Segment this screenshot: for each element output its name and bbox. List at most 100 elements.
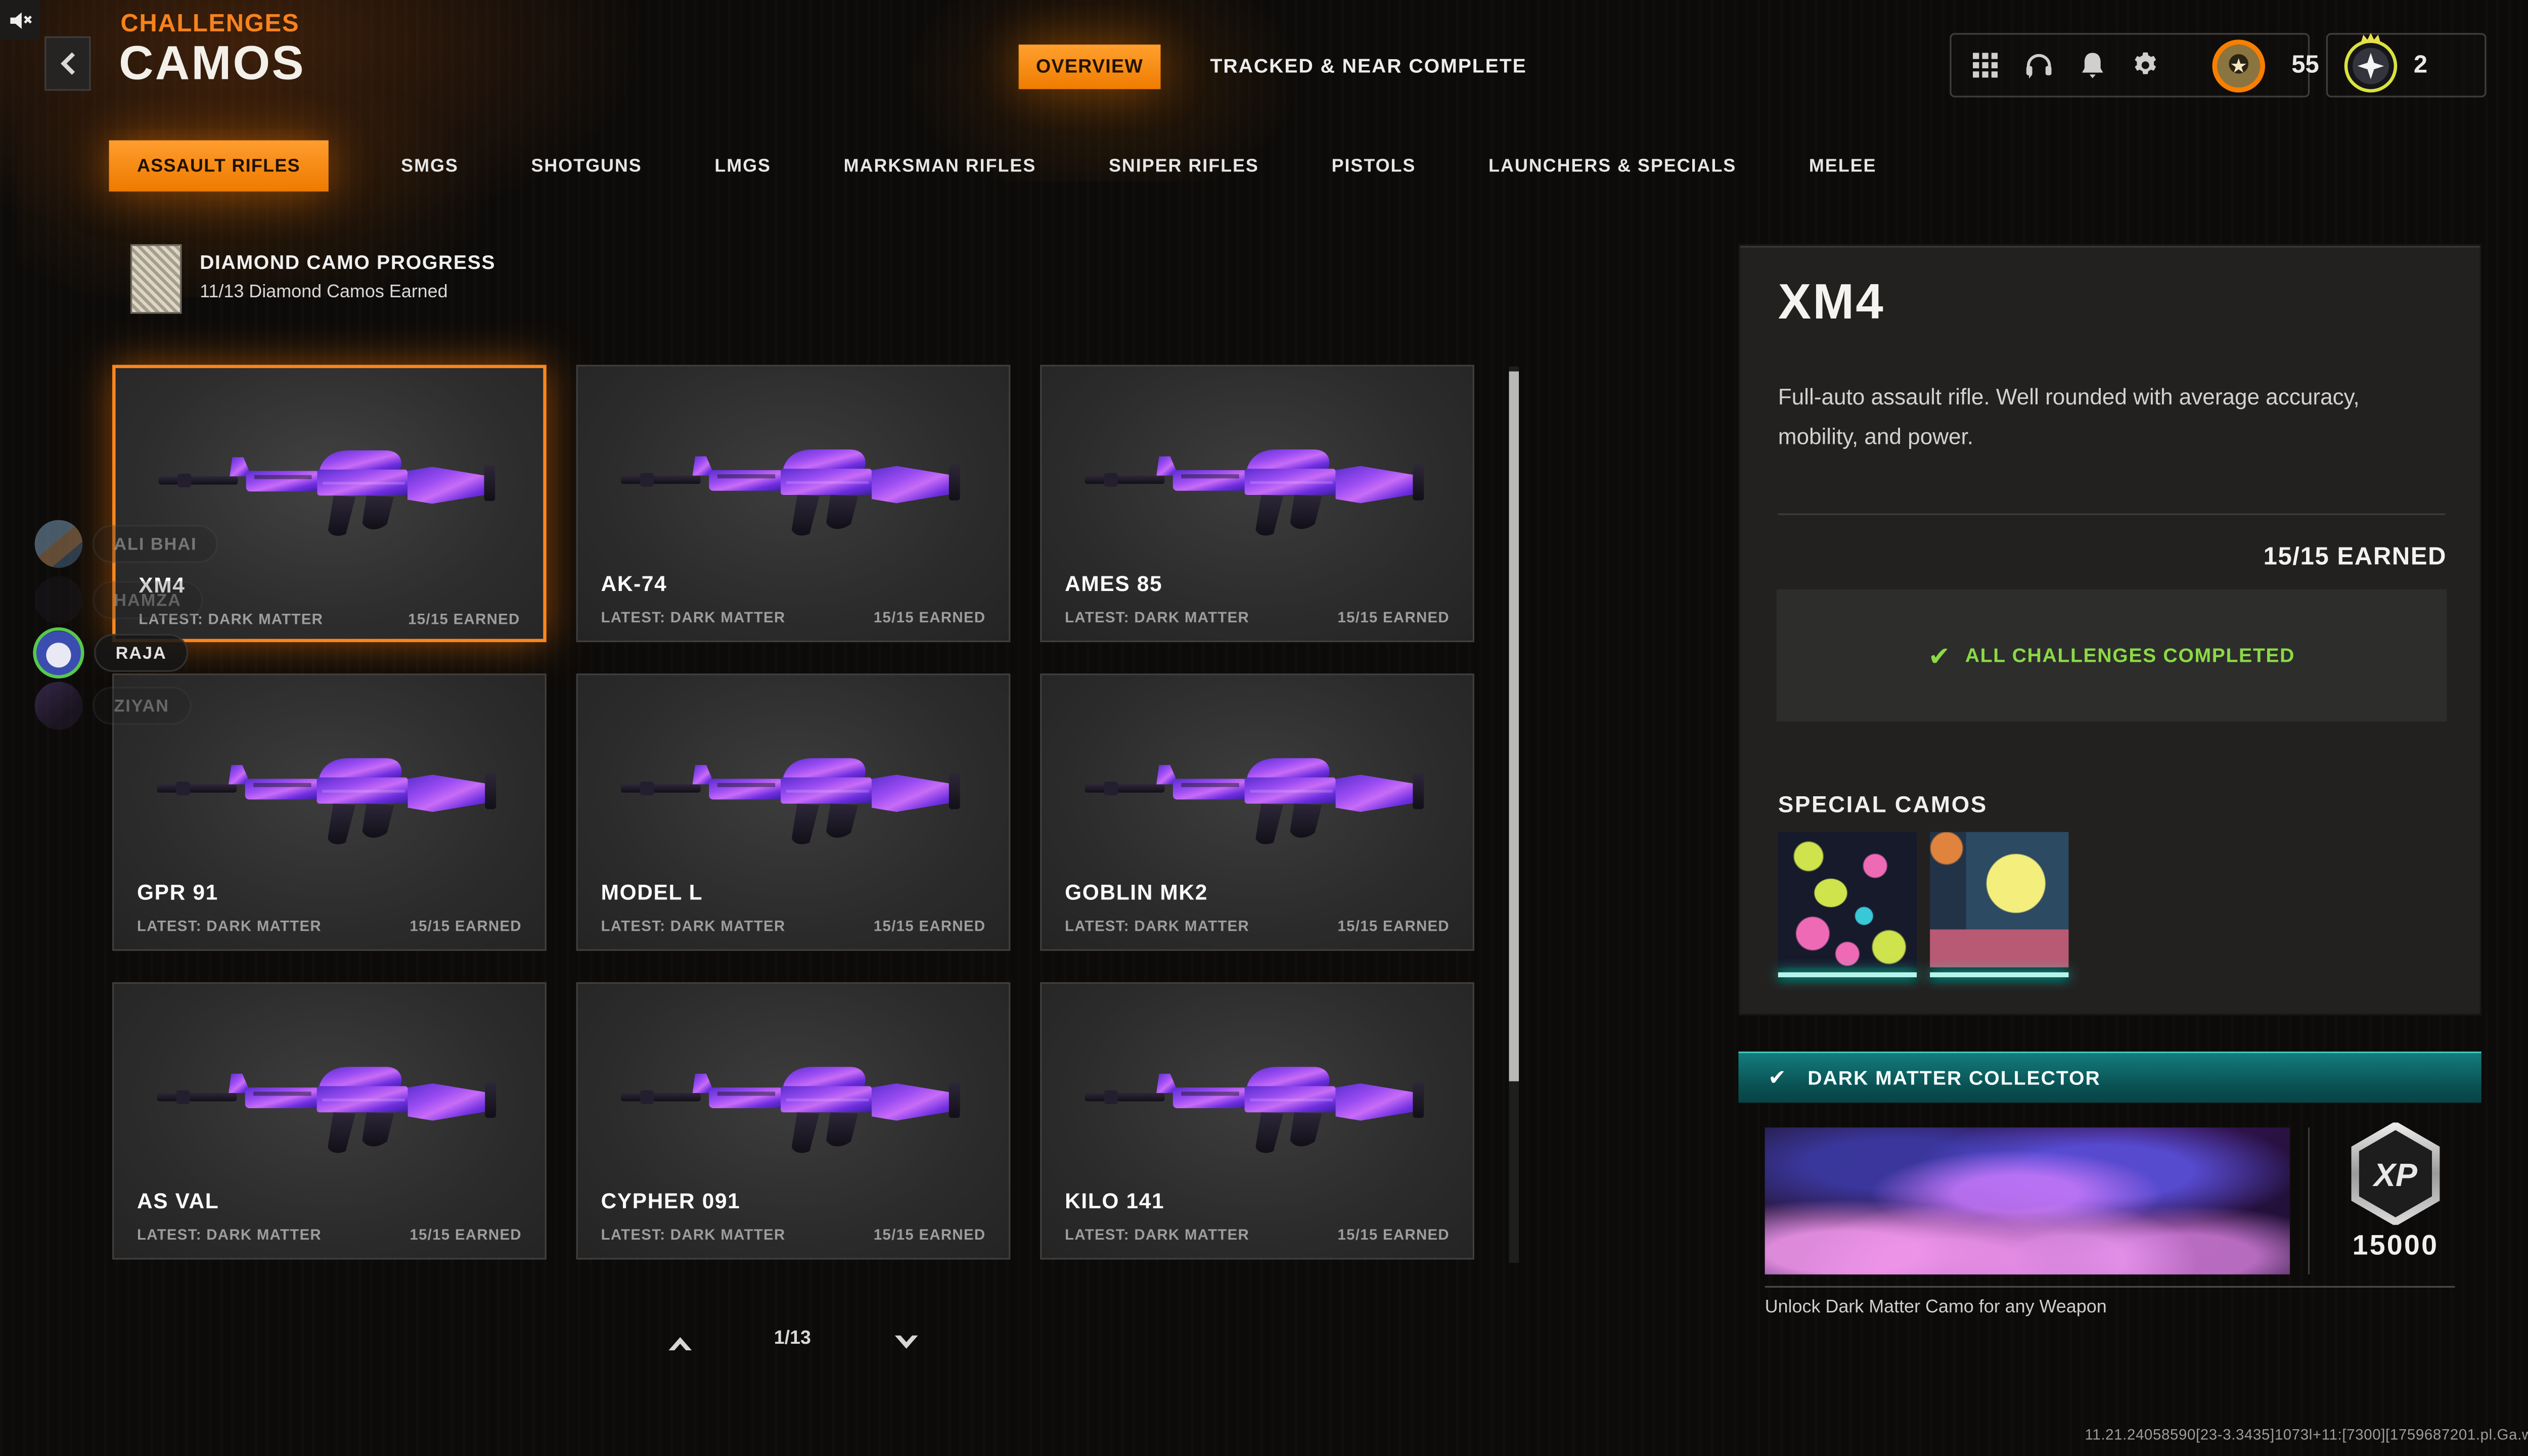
hud-cluster: ★ 55 bbox=[1950, 33, 2319, 98]
check-icon: ✔ bbox=[1768, 1065, 1786, 1090]
xp-label: XP bbox=[2372, 1157, 2418, 1193]
special-camo-thumb-2[interactable] bbox=[1930, 832, 2069, 984]
weapon-card-ames85[interactable]: AMES 85 LATEST: DARK MATTER 15/15 EARNED bbox=[1040, 365, 1474, 643]
weapon-name: GOBLIN MK2 bbox=[1065, 880, 1208, 905]
weapon-card-modell[interactable]: MODEL L LATEST: DARK MATTER 15/15 EARNED bbox=[576, 673, 1011, 951]
diamond-camo-swatch bbox=[130, 244, 182, 314]
challenges-completed-label: ALL CHALLENGES COMPLETED bbox=[1965, 644, 2295, 667]
avatar bbox=[34, 576, 83, 624]
page-up-button[interactable] bbox=[665, 1331, 695, 1355]
tab-melee[interactable]: MELEE bbox=[1809, 156, 1877, 176]
breadcrumb: CHALLENGES bbox=[120, 10, 300, 38]
collector-divider-horizontal bbox=[1765, 1286, 2455, 1288]
challenges-completed-box: ✔ ALL CHALLENGES COMPLETED bbox=[1776, 589, 2447, 721]
friend-name: ZIYAN bbox=[92, 687, 191, 725]
weapon-card-ak74[interactable]: AK-74 LATEST: DARK MATTER 15/15 EARNED bbox=[576, 365, 1011, 643]
voice-chat-button[interactable] bbox=[2024, 51, 2054, 80]
weapon-earned-count: 15/15 EARNED bbox=[873, 918, 986, 935]
camo-unlocked-bar bbox=[1930, 967, 2069, 984]
weapon-name: KILO 141 bbox=[1065, 1189, 1165, 1213]
tab-smgs[interactable]: SMGS bbox=[401, 156, 459, 176]
xp-badge-icon: XP bbox=[2351, 1122, 2440, 1225]
friend-name: HAMZA bbox=[92, 581, 203, 619]
friend-popup: ZIYAN bbox=[34, 681, 191, 730]
weapon-earned-count: 15/15 EARNED bbox=[873, 609, 986, 626]
weapon-earned-count: 15/15 EARNED bbox=[408, 611, 520, 627]
weapon-render bbox=[1085, 758, 1424, 845]
prestige-emblem bbox=[2344, 32, 2398, 92]
tab-marksman-rifles[interactable]: MARKSMAN RIFLES bbox=[844, 156, 1036, 176]
special-camo-thumb-1[interactable] bbox=[1778, 832, 1917, 984]
social-grid-button[interactable] bbox=[1973, 51, 1998, 80]
weapon-name: GPR 91 bbox=[137, 880, 218, 905]
page-down-button[interactable] bbox=[891, 1331, 921, 1355]
notifications-button[interactable] bbox=[2080, 51, 2105, 80]
weapon-render bbox=[157, 758, 496, 845]
weapon-name: CYPHER 091 bbox=[601, 1189, 741, 1213]
back-button[interactable] bbox=[44, 36, 91, 91]
prestige-cluster[interactable]: 2 bbox=[2326, 32, 2487, 98]
weapon-name: AS VAL bbox=[137, 1189, 219, 1213]
weapon-card-goblinmk2[interactable]: GOBLIN MK2 LATEST: DARK MATTER 15/15 EARN… bbox=[1040, 673, 1474, 951]
weapon-earned-count: 15/15 EARNED bbox=[873, 1226, 986, 1243]
diamond-progress-subtitle: 11/13 Diamond Camos Earned bbox=[200, 282, 448, 302]
tab-shotguns[interactable]: SHOTGUNS bbox=[531, 156, 642, 176]
weapon-card-cypher091[interactable]: CYPHER 091 LATEST: DARK MATTER 15/15 EARN… bbox=[576, 982, 1011, 1260]
detail-weapon-title: XM4 bbox=[1778, 276, 1885, 331]
bell-icon bbox=[2082, 53, 2103, 78]
weapon-earned-count: 15/15 EARNED bbox=[1337, 1226, 1450, 1243]
camo-art bbox=[1930, 832, 2069, 968]
weapon-latest-camo: LATEST: DARK MATTER bbox=[1065, 918, 1250, 935]
weapon-latest-camo: LATEST: DARK MATTER bbox=[601, 918, 786, 935]
friend-popup: HAMZA bbox=[34, 576, 203, 624]
weapon-name: AMES 85 bbox=[1065, 571, 1163, 596]
tab-pistols[interactable]: PISTOLS bbox=[1332, 156, 1416, 176]
weapon-latest-camo: LATEST: DARK MATTER bbox=[1065, 1226, 1250, 1243]
weapon-latest-camo: LATEST: DARK MATTER bbox=[1065, 609, 1250, 626]
build-debug-text: 11.21.24058590[23-3.3435]1073l+11:[7300]… bbox=[2085, 1426, 2528, 1443]
xp-reward-value: 15000 bbox=[2352, 1230, 2439, 1261]
weapon-earned-count: 15/15 EARNED bbox=[1337, 609, 1450, 626]
weapon-earned-count: 15/15 EARNED bbox=[410, 918, 522, 935]
collector-caption: Unlock Dark Matter Camo for any Weapon bbox=[1765, 1297, 2107, 1317]
weapon-render bbox=[621, 758, 960, 845]
dark-matter-camo-image bbox=[1765, 1127, 2290, 1275]
weapon-card-asval[interactable]: AS VAL LATEST: DARK MATTER 15/15 EARNED bbox=[112, 982, 547, 1260]
rank-emblem[interactable]: ★ bbox=[2212, 38, 2265, 92]
detail-earned-count: 15/15 EARNED bbox=[2263, 543, 2447, 571]
camo-art bbox=[1778, 832, 1917, 968]
chevron-down-icon bbox=[894, 1335, 918, 1349]
weapon-latest-camo: LATEST: DARK MATTER bbox=[601, 1226, 786, 1243]
prestige-glyph-icon bbox=[2357, 52, 2384, 79]
friend-name: RAJA bbox=[94, 633, 189, 672]
tab-assault-rifles[interactable]: ASSAULT RIFLES bbox=[109, 140, 329, 192]
avatar bbox=[33, 627, 84, 679]
friend-name: ALI BHAI bbox=[92, 525, 218, 563]
tab-tracked-near-complete[interactable]: TRACKED & NEAR COMPLETE bbox=[1210, 55, 1526, 78]
tab-launchers-specials[interactable]: LAUNCHERS & SPECIALS bbox=[1488, 156, 1736, 176]
rank-star-icon: ★ bbox=[2230, 54, 2248, 77]
speaker-mute-icon bbox=[9, 11, 31, 28]
detail-weapon-description: Full-auto assault rifle. Well rounded wi… bbox=[1778, 384, 2360, 448]
tab-overview[interactable]: OVERVIEW bbox=[1018, 44, 1161, 89]
weapon-render bbox=[621, 1067, 960, 1154]
friend-popup: RAJA bbox=[33, 627, 189, 679]
weapon-latest-camo: LATEST: DARK MATTER bbox=[137, 1226, 322, 1243]
tab-lmgs[interactable]: LMGS bbox=[714, 156, 771, 176]
dark-matter-collector-banner[interactable]: ✔ DARK MATTER COLLECTOR bbox=[1738, 1052, 2481, 1103]
crown-icon bbox=[2361, 32, 2381, 42]
page-indicator: 1/13 bbox=[774, 1329, 811, 1349]
grid-scrollbar-thumb[interactable] bbox=[1509, 371, 1519, 1081]
back-chevron-icon bbox=[60, 52, 74, 75]
settings-button[interactable] bbox=[2132, 51, 2160, 80]
diamond-progress-title: DIAMOND CAMO PROGRESS bbox=[200, 251, 496, 275]
tab-sniper-rifles[interactable]: SNIPER RIFLES bbox=[1109, 156, 1259, 176]
headset-icon bbox=[2026, 53, 2052, 78]
weapon-render bbox=[1085, 449, 1424, 536]
grid-icon bbox=[1973, 53, 1998, 78]
camo-unlocked-bar bbox=[1778, 967, 1917, 984]
weapon-card-kilo141[interactable]: KILO 141 LATEST: DARK MATTER 15/15 EARNED bbox=[1040, 982, 1474, 1260]
weapon-category-tabs: ASSAULT RIFLES SMGS SHOTGUNS LMGS MARKSM… bbox=[109, 140, 1877, 192]
grid-scrollbar-track[interactable] bbox=[1509, 366, 1519, 1263]
weapon-latest-camo: LATEST: DARK MATTER bbox=[601, 609, 786, 626]
